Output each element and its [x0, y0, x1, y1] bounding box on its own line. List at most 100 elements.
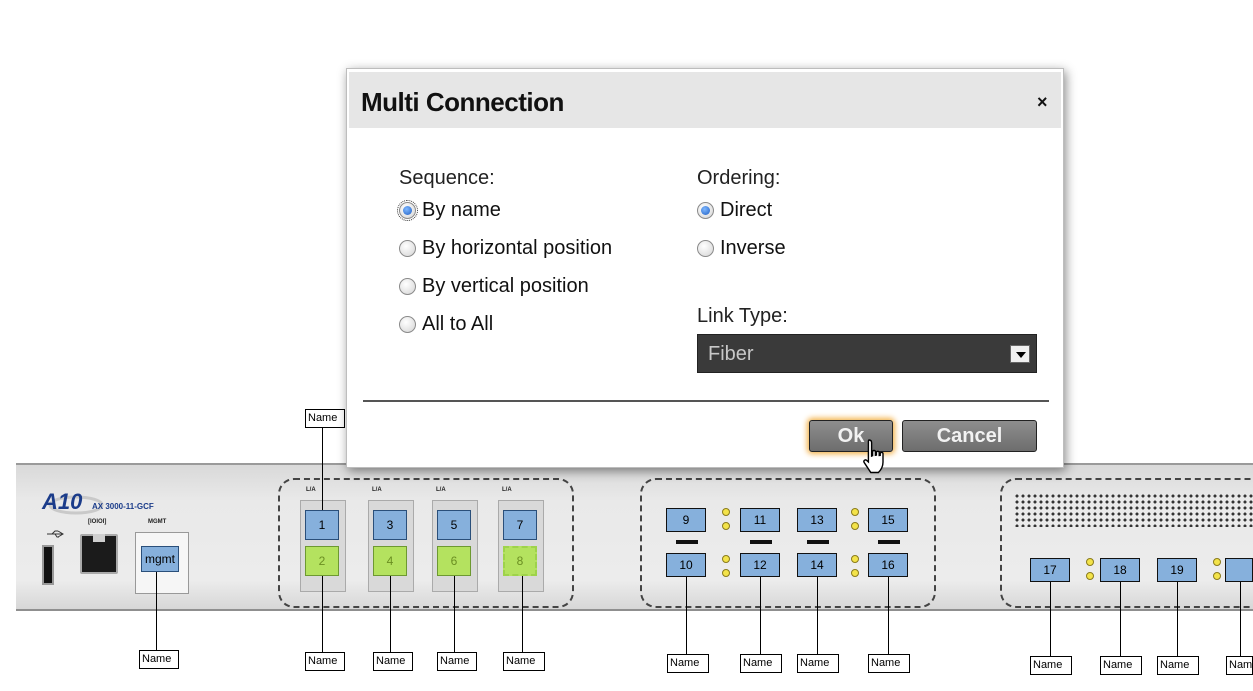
option-label: By horizontal position [422, 236, 613, 259]
hand-pointer-icon [863, 439, 884, 474]
port-label: 2 [318, 554, 326, 568]
port-label: 5 [450, 518, 458, 532]
option-label: All to All [422, 312, 494, 335]
name-tag[interactable]: Name [1226, 656, 1253, 675]
name-tag[interactable]: Name [373, 652, 413, 671]
name-tag[interactable]: Name [305, 652, 345, 671]
console-port [80, 534, 118, 574]
ordering-label: Ordering: [697, 167, 781, 189]
port-3[interactable]: 3 [373, 510, 407, 540]
port-hint: L/A [436, 487, 446, 493]
port-11[interactable]: 11 [740, 508, 780, 532]
port-label: 17 [1043, 563, 1057, 577]
status-led [1213, 558, 1221, 566]
sequence-option-vertical[interactable]: By vertical position [399, 273, 589, 299]
port-label: 6 [450, 554, 458, 568]
port-label: 7 [516, 518, 524, 532]
mgmt-label: MGMT [148, 519, 167, 525]
sequence-option-by-name[interactable]: By name [397, 197, 501, 223]
close-icon[interactable]: × [1037, 92, 1048, 113]
port-15[interactable]: 15 [868, 508, 908, 532]
port-latch [878, 540, 900, 544]
port-label: 16 [881, 558, 895, 572]
port-label: 1 [318, 518, 326, 532]
sequence-option-horizontal[interactable]: By horizontal position [399, 235, 612, 261]
port-9[interactable]: 9 [666, 508, 706, 532]
radio-icon[interactable] [399, 315, 416, 333]
port-hint: L/A [502, 487, 512, 493]
link-type-value: Fiber [708, 343, 754, 365]
status-led [1086, 558, 1094, 566]
dropdown-arrow-icon[interactable] [1010, 345, 1030, 363]
link-line [888, 577, 889, 655]
port-20-partial[interactable] [1225, 558, 1253, 582]
port-label: 14 [810, 558, 824, 572]
status-led [851, 569, 859, 577]
status-led [722, 555, 730, 563]
port-label: 10 [679, 558, 693, 572]
port-label: 11 [753, 513, 767, 527]
radio-icon[interactable] [399, 239, 416, 257]
name-tag[interactable]: Name [305, 409, 345, 428]
port-hint: L/A [306, 487, 316, 493]
link-line [1120, 582, 1121, 656]
port-mgmt[interactable]: mgmt [141, 546, 179, 572]
port-label: 19 [1170, 563, 1184, 577]
link-line [1050, 582, 1051, 656]
port-18[interactable]: 18 [1100, 558, 1140, 582]
port-label: 15 [881, 513, 895, 527]
port-10[interactable]: 10 [666, 553, 706, 577]
link-line [817, 577, 818, 655]
name-tag[interactable]: Name [740, 654, 782, 673]
cancel-button[interactable]: Cancel [902, 420, 1037, 452]
name-tag[interactable]: Name [667, 654, 709, 673]
topology-canvas: A10 AX 3000-11-GCF [IOIOI] MGMT mgmt L/A… [0, 0, 1253, 691]
port-label: 13 [810, 513, 824, 527]
port-4[interactable]: 4 [373, 546, 407, 576]
name-tag[interactable]: Name [797, 654, 839, 673]
port-14[interactable]: 14 [797, 553, 837, 577]
port-2[interactable]: 2 [305, 546, 339, 576]
radio-icon[interactable] [697, 239, 714, 257]
dialog-header: Multi Connection × [349, 72, 1061, 128]
radio-icon[interactable] [697, 201, 714, 219]
name-tag[interactable]: Name [503, 652, 545, 671]
radio-icon[interactable] [399, 277, 416, 295]
port-label: mgmt [145, 552, 175, 566]
port-latch [750, 540, 772, 544]
link-line [322, 428, 323, 510]
port-12[interactable]: 12 [740, 553, 780, 577]
radio-icon[interactable] [397, 199, 418, 221]
port-13[interactable]: 13 [797, 508, 837, 532]
port-latch [676, 540, 698, 544]
link-type-select[interactable]: Fiber [697, 334, 1037, 373]
option-label: By name [422, 198, 501, 221]
name-tag[interactable]: Name [1030, 656, 1072, 675]
option-label: Inverse [720, 236, 786, 259]
port-6[interactable]: 6 [437, 546, 471, 576]
name-tag[interactable]: Name [437, 652, 477, 671]
name-tag[interactable]: Name [1157, 656, 1199, 675]
port-7[interactable]: 7 [503, 510, 537, 540]
device-model: AX 3000-11-GCF [92, 502, 154, 511]
usb-icon [47, 530, 64, 538]
console-label: [IOIOI] [88, 519, 107, 525]
port-1[interactable]: 1 [305, 510, 339, 540]
name-tag[interactable]: Name [1100, 656, 1142, 675]
status-led [851, 522, 859, 530]
port-17[interactable]: 17 [1030, 558, 1070, 582]
name-tag[interactable]: Name [868, 654, 910, 673]
sequence-option-all-to-all[interactable]: All to All [399, 311, 493, 337]
port-19[interactable]: 19 [1157, 558, 1197, 582]
port-5[interactable]: 5 [437, 510, 471, 540]
link-type-label: Link Type: [697, 305, 788, 327]
name-tag[interactable]: Name [139, 650, 179, 669]
port-16[interactable]: 16 [868, 553, 908, 577]
dialog-title: Multi Connection [361, 87, 564, 117]
port-8[interactable]: 8 [503, 546, 537, 576]
link-line [1240, 582, 1241, 656]
port-label: 9 [682, 513, 690, 527]
link-line [156, 572, 157, 652]
ordering-option-direct[interactable]: Direct [697, 197, 772, 223]
ordering-option-inverse[interactable]: Inverse [697, 235, 786, 261]
